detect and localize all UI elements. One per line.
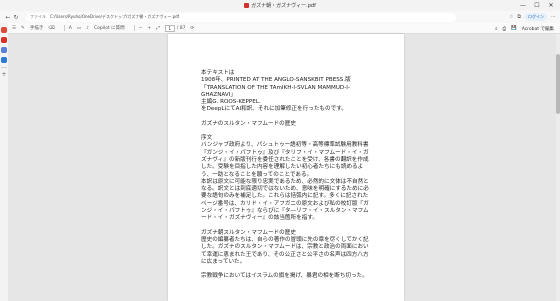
refresh-icon[interactable]: ↻ — [12, 14, 20, 21]
document-line: 1908年、PRINTED AT THE ANGLO-SANSKBIT PBES… — [201, 77, 351, 84]
address-actions: ☆ ⧉ ログイン ⋯ — [509, 11, 556, 23]
pdf-toolbar: ☰ ✎ 手描き ⌫ A ▭ ♪ Copilot に質問 − + ⤢ 1 / 87… — [8, 23, 560, 34]
pdf-page: 本テキストは 1908年、PRINTED AT THE ANGLO-SANSKBI… — [168, 34, 404, 301]
document-line: 「TRANSLATION OF THE TAmIKH-I-SVLAN MAMMU… — [201, 84, 350, 98]
document-line: ガズナ朝スルタン・マフムードの歴史 — [201, 229, 296, 236]
sidebar-app-icon[interactable] — [1, 27, 7, 33]
document-line: ガズナのスルタン・マフムードの歴史 — [201, 120, 296, 127]
window-title: ガズナ朝・ガズナヴィー.pdf — [251, 3, 316, 9]
document-line: バンジャブ政府より、パシュトゥー語初等・高等標準試験用教科書『ガンジ・イ・パフト… — [201, 142, 369, 178]
minimize-button[interactable]: — — [516, 2, 530, 9]
sidebar-divider — [1, 67, 7, 68]
zoom-out-button[interactable]: − — [139, 26, 143, 31]
sidebar-app-icon[interactable] — [1, 47, 7, 53]
text-icon[interactable]: A — [69, 26, 72, 31]
page-text: 本テキストは 1908年、PRINTED AT THE ANGLO-SANSKBI… — [201, 70, 371, 280]
maximize-button[interactable]: ☐ — [530, 2, 544, 9]
print-icon[interactable]: ⎙ — [502, 26, 506, 32]
url-scheme-label: ファイル — [30, 14, 46, 19]
login-button[interactable]: ログイン — [525, 13, 547, 21]
toolbar-divider — [63, 25, 65, 31]
back-icon[interactable]: ← — [4, 14, 12, 21]
zoom-in-button[interactable]: + — [147, 26, 151, 31]
close-button[interactable]: ✕ — [544, 2, 558, 9]
extensions-icon[interactable]: ⧉ — [517, 14, 521, 20]
fit-page-icon[interactable]: ⤢ — [156, 25, 160, 31]
search-icon[interactable]: ⌕ — [495, 26, 498, 32]
address-bar: ← ↻ ファイル C:/Users/Ryuho/OneDrive/デスクトップ/… — [0, 11, 560, 23]
more-icon[interactable]: ⋯ — [551, 14, 556, 20]
url-field[interactable]: ファイル C:/Users/Ryuho/OneDrive/デスクトップ/ガズナ朝… — [26, 12, 456, 22]
draw-icon[interactable]: ✎ — [21, 26, 25, 31]
add-icon[interactable]: + — [1, 72, 7, 78]
window-controls: — ☐ ✕ — [516, 0, 558, 11]
document-line: 宗教戦争においてはイスラムの旗を掲げ、暴君の相を断ち切った。 — [201, 273, 368, 280]
url-text: C:/Users/Ryuho/OneDrive/デスクトップ/ガズナ朝・ガズナヴ… — [50, 14, 180, 19]
toolbar-divider — [133, 25, 135, 31]
document-line: 本訳は原文に可能な限り忠実であるため、必然的に文体は不自然となる。訳文とは到底適… — [201, 178, 369, 222]
edge-sidebar: + — [0, 23, 8, 301]
view-icon[interactable]: ▭ — [77, 26, 81, 31]
copilot-button[interactable]: Copilot に質問 — [94, 25, 125, 31]
page-total: / 87 — [176, 25, 186, 31]
rotate-icon[interactable]: ⟳ — [191, 26, 195, 31]
scrollbar-thumb[interactable] — [556, 54, 560, 114]
page-number-input[interactable]: 1 — [164, 24, 175, 32]
sidebar-app-icon[interactable] — [1, 57, 7, 63]
toolbar-right: ⌕ ⎙ 💾 Acrobat で編集 — [495, 23, 554, 34]
save-icon[interactable]: 💾 — [511, 26, 517, 31]
document-line: をDeepLにてAI和訳、それに加筆修正を行ったものです。 — [201, 106, 347, 113]
eraser-icon[interactable]: ⌫ — [48, 26, 54, 31]
star-icon[interactable]: ☆ — [509, 14, 513, 20]
read-aloud-icon[interactable]: ♪ — [86, 26, 89, 31]
document-line: 歴史の編纂者たちは、自らの著作の冒頭に先の章を尽くしてかく記した。ガズナのスルタ… — [201, 236, 369, 265]
scrollbar[interactable] — [556, 34, 560, 301]
title-bar: ガズナ朝・ガズナヴィー.pdf — ☐ ✕ — [0, 0, 560, 11]
sidebar-app-icon[interactable] — [1, 37, 7, 43]
pdf-file-icon — [244, 3, 250, 8]
contents-icon[interactable]: ☰ — [12, 26, 16, 31]
pdf-viewer[interactable]: 本テキストは 1908年、PRINTED AT THE ANGLO-SANSKBI… — [8, 34, 560, 301]
acrobat-edit-button[interactable]: Acrobat で編集 — [522, 26, 554, 32]
highlight-button[interactable]: 手描き — [30, 25, 44, 31]
